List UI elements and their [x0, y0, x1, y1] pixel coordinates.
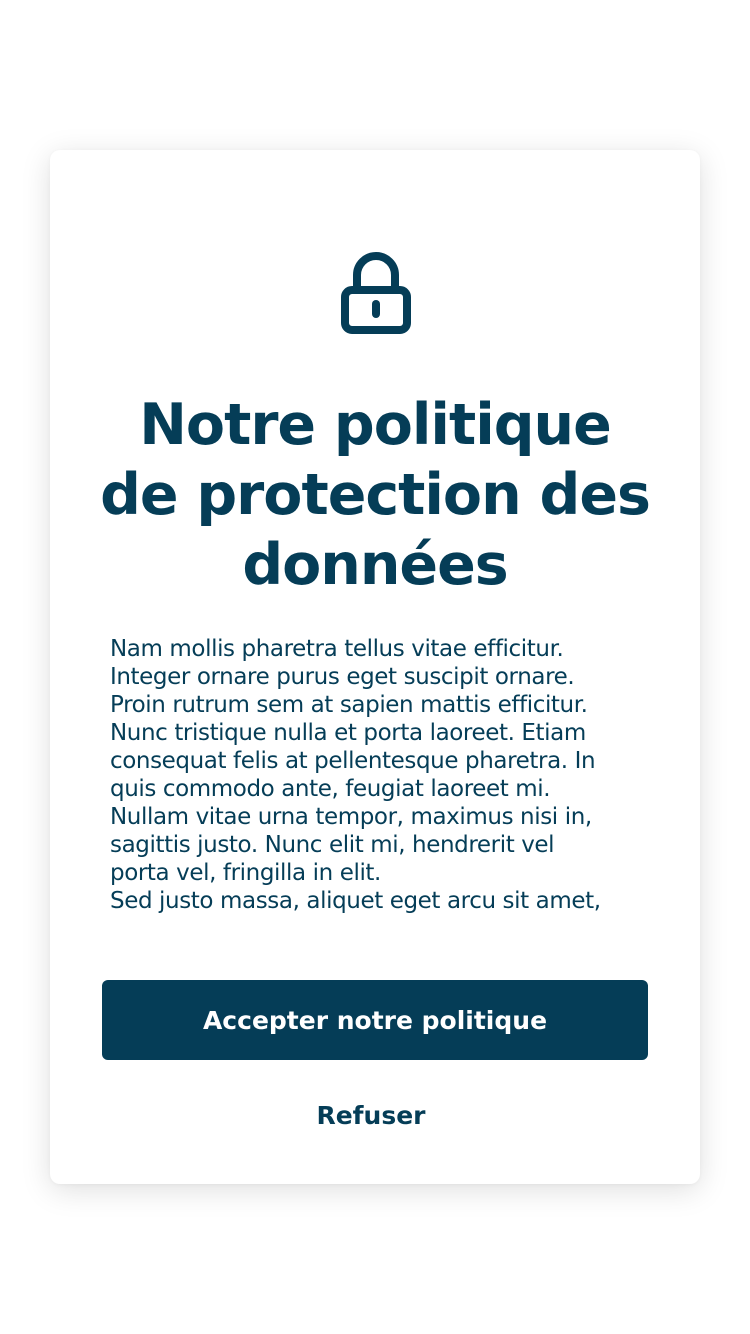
lock-icon	[341, 252, 411, 334]
policy-text: Nam mollis pharetra tellus vitae efficit…	[110, 636, 601, 914]
refuse-button[interactable]: Refuser	[250, 1090, 492, 1140]
privacy-policy-dialog: Notre politique de protection des donnée…	[50, 150, 700, 1184]
dialog-title: Notre politique de protection des donnée…	[100, 392, 651, 598]
accept-policy-button[interactable]: Accepter notre politique	[102, 980, 648, 1060]
